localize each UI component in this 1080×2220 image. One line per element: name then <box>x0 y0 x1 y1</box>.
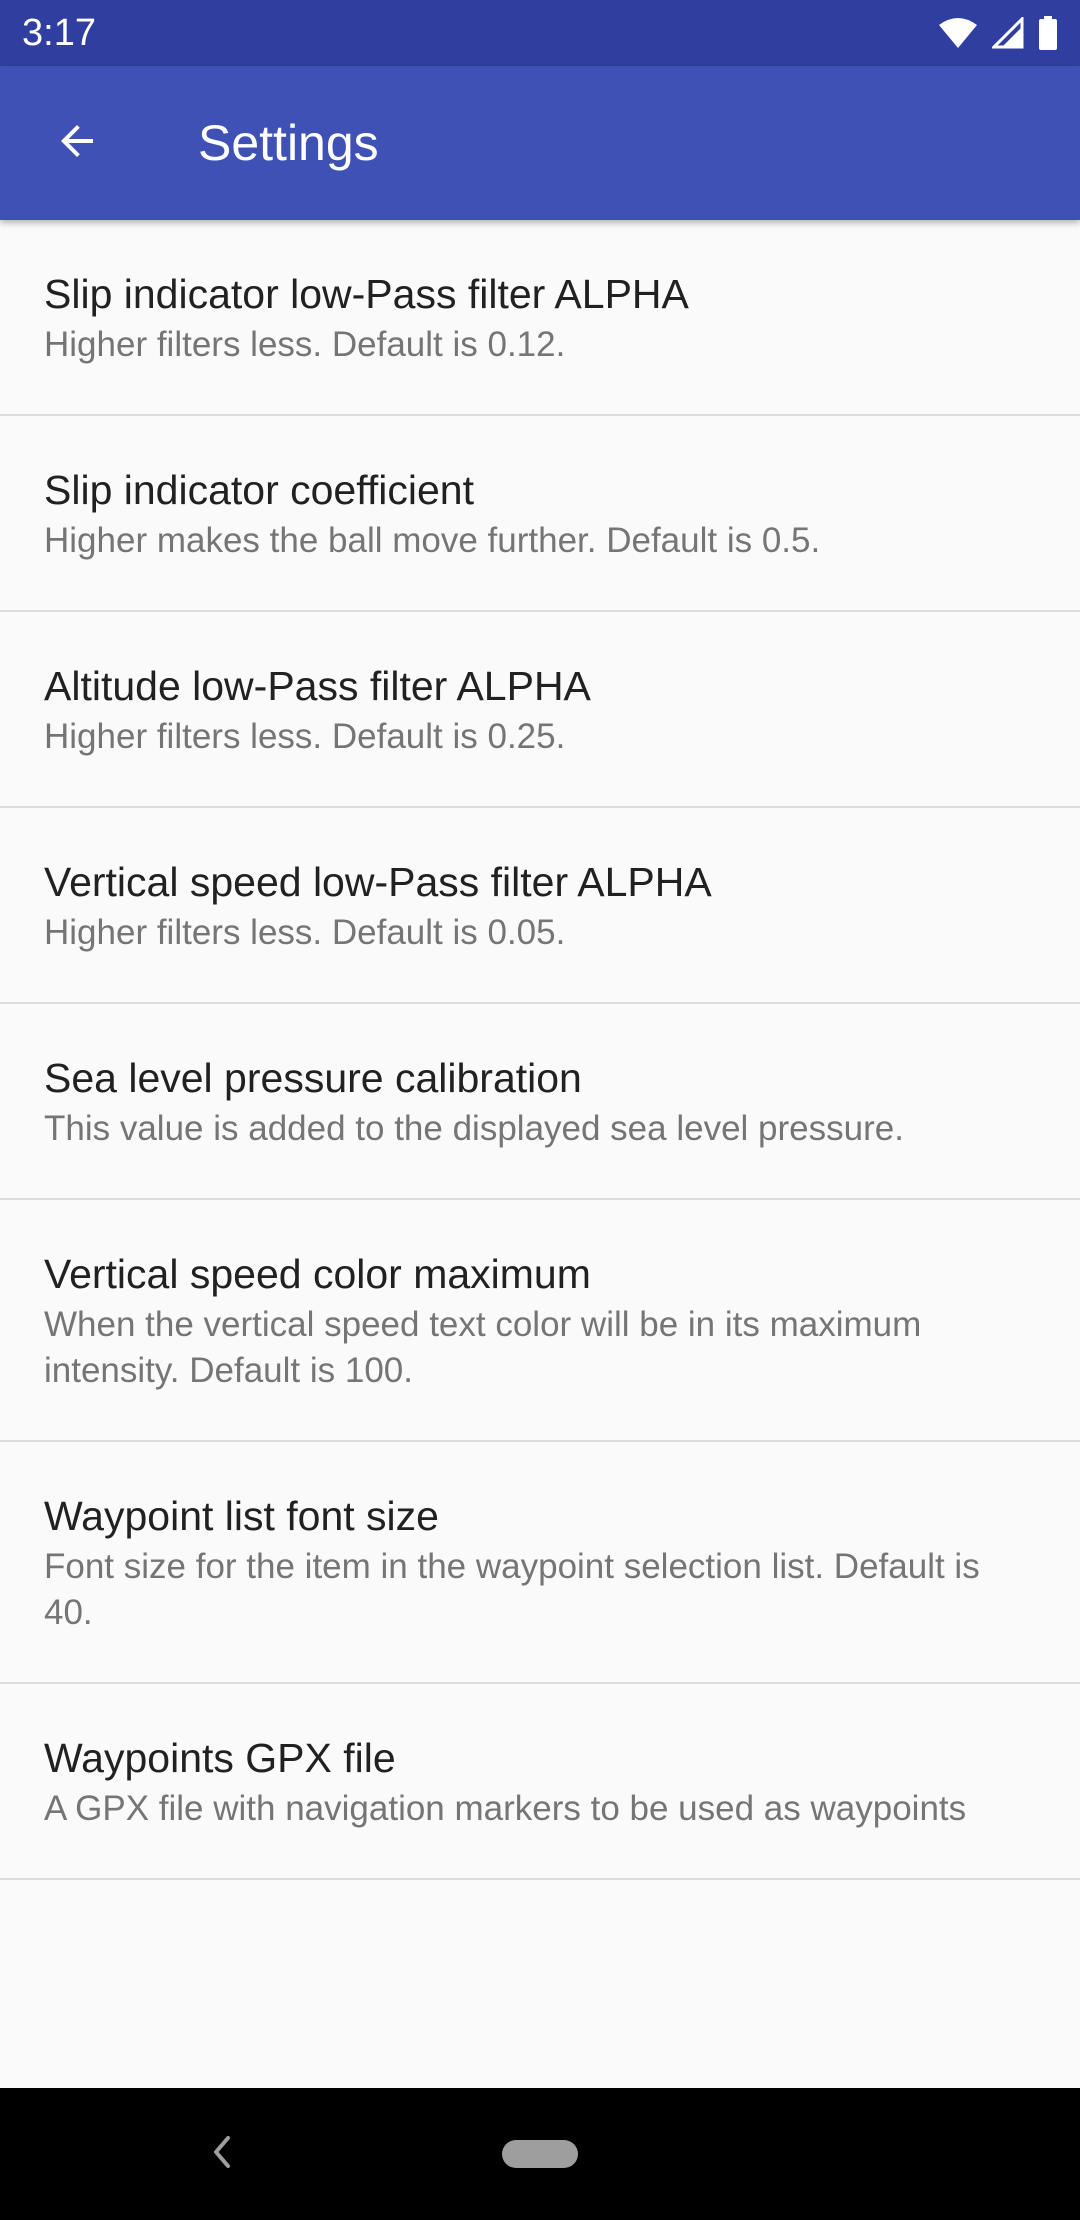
pref-summary: Font size for the item in the waypoint s… <box>44 1547 980 1632</box>
wifi-icon <box>938 17 978 49</box>
navigation-bar <box>0 2088 1080 2220</box>
pref-summary: Higher makes the ball move further. Defa… <box>44 521 821 560</box>
pref-summary: Higher filters less. Default is 0.25. <box>44 717 566 756</box>
preferences-list: Slip indicator low-Pass filter ALPHA Hig… <box>0 220 1080 1880</box>
pref-title: Slip indicator coefficient <box>44 467 474 513</box>
pref-summary: This value is added to the displayed sea… <box>44 1109 904 1148</box>
pref-summary: When the vertical speed text color will … <box>44 1305 922 1390</box>
pref-sea-level-calibration[interactable]: Sea level pressure calibration This valu… <box>0 1004 1080 1200</box>
status-icons <box>938 16 1058 50</box>
home-pill-icon[interactable] <box>502 2140 578 2168</box>
arrow-back-icon <box>53 117 101 170</box>
pref-title: Waypoints GPX file <box>44 1735 396 1781</box>
pref-title: Altitude low-Pass filter ALPHA <box>44 663 591 709</box>
pref-title: Waypoint list font size <box>44 1493 439 1539</box>
pref-title: Vertical speed low-Pass filter ALPHA <box>44 859 712 905</box>
pref-summary: Higher filters less. Default is 0.12. <box>44 325 566 364</box>
pref-slip-coefficient[interactable]: Slip indicator coefficient Higher makes … <box>0 416 1080 612</box>
pref-summary: A GPX file with navigation markers to be… <box>44 1789 967 1828</box>
pref-title: Sea level pressure calibration <box>44 1055 582 1101</box>
status-time: 3:17 <box>22 11 96 54</box>
pref-waypoints-gpx[interactable]: Waypoints GPX file A GPX file with navig… <box>0 1684 1080 1880</box>
page-title: Settings <box>198 115 379 171</box>
pref-slip-alpha[interactable]: Slip indicator low-Pass filter ALPHA Hig… <box>0 220 1080 416</box>
pref-summary: Higher filters less. Default is 0.05. <box>44 913 566 952</box>
cell-signal-icon <box>992 17 1024 49</box>
pref-altitude-alpha[interactable]: Altitude low-Pass filter ALPHA Higher fi… <box>0 612 1080 808</box>
back-button[interactable] <box>0 66 154 220</box>
nav-back-icon <box>210 2134 234 2175</box>
status-bar: 3:17 <box>0 0 1080 66</box>
pref-vspeed-color-max[interactable]: Vertical speed color maximum When the ve… <box>0 1200 1080 1442</box>
pref-title: Vertical speed color maximum <box>44 1251 591 1297</box>
pref-title: Slip indicator low-Pass filter ALPHA <box>44 271 689 317</box>
battery-icon <box>1038 16 1058 50</box>
pref-waypoint-font-size[interactable]: Waypoint list font size Font size for th… <box>0 1442 1080 1684</box>
nav-back-button[interactable] <box>198 2122 246 2186</box>
app-bar: Settings <box>0 66 1080 220</box>
pref-vspeed-alpha[interactable]: Vertical speed low-Pass filter ALPHA Hig… <box>0 808 1080 1004</box>
